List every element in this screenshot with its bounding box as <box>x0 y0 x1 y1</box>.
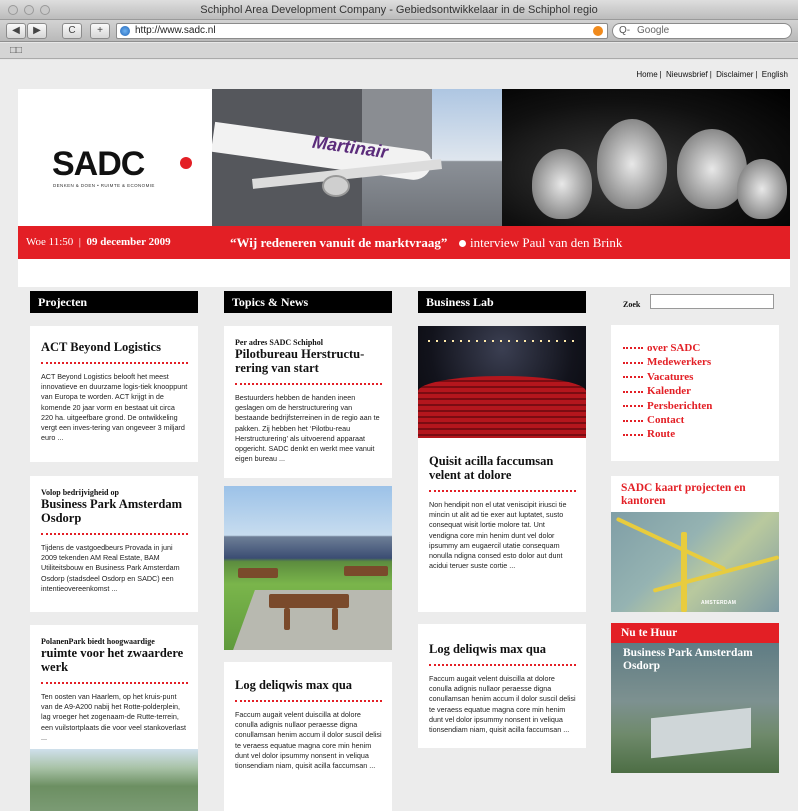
toplink-nieuwsbrief[interactable]: Nieuwsbrief <box>666 70 708 79</box>
card-kicker: PolanenPark biedt hoogwaardige <box>41 637 155 646</box>
dotted-divider <box>41 682 188 684</box>
menu-item-contact[interactable]: Contact <box>623 413 779 427</box>
zoom-window-icon[interactable] <box>40 5 50 15</box>
menu-item-vacatures[interactable]: Vacatures <box>623 370 779 384</box>
news-card-pilotbureau[interactable]: Per adres SADC Schiphol Pilotbureau Hers… <box>224 326 392 478</box>
theatre-photo[interactable] <box>418 326 586 438</box>
project-card-polanenpark[interactable]: PolanenPark biedt hoogwaardige ruimte vo… <box>30 625 198 811</box>
lab-card-log[interactable]: Log deliqwis max qua Faccum augait velen… <box>418 624 586 748</box>
globe-icon <box>120 26 130 36</box>
business-lab-heading: Business Lab <box>418 291 586 313</box>
region-map[interactable]: AMSTERDAM <box>611 512 779 612</box>
headline-quote[interactable]: “Wij redeneren vanuit de marktvraag” <box>230 235 447 251</box>
dotted-divider <box>41 362 188 364</box>
sadc-logo[interactable]: SADC <box>52 145 145 184</box>
url-bar[interactable]: http://www.sadc.nl <box>116 23 608 39</box>
dotted-divider <box>41 533 188 535</box>
card-body: Bestuurders hebben de handen ineen gesla… <box>235 393 380 464</box>
card-title[interactable]: ACT Beyond Logistics <box>41 340 188 354</box>
add-bookmark-button[interactable]: + <box>90 23 110 39</box>
park-benches-photo[interactable] <box>224 486 392 650</box>
search-label: Zoek <box>623 300 641 309</box>
menu-item-medewerkers[interactable]: Medewerkers <box>623 355 779 369</box>
aerial-photo <box>30 749 198 811</box>
forward-button[interactable]: ▶ <box>27 23 47 39</box>
topics-heading: Topics & News <box>224 291 392 313</box>
toplink-disclaimer[interactable]: Disclaimer <box>716 70 753 79</box>
header-banner: SADC DENKEN & DOEN • RUIMTE & ECONOMIE M… <box>18 89 790 287</box>
project-card-act[interactable]: ACT Beyond Logistics ACT Beyond Logistic… <box>30 326 198 462</box>
back-button[interactable]: ◀ <box>6 23 26 39</box>
card-title[interactable]: Log deliqwis max qua <box>429 642 576 656</box>
headline-interview-link[interactable]: interview Paul van den Brink <box>470 235 622 251</box>
menu-item-kalender[interactable]: Kalender <box>623 384 779 398</box>
logo-tagline: DENKEN & DOEN • RUIMTE & ECONOMIE <box>53 183 155 188</box>
dotted-divider <box>235 383 382 385</box>
menu-item-route[interactable]: Route <box>623 427 779 441</box>
for-rent-widget[interactable]: Nu te Huur Business Park Amsterdam Osdor… <box>611 623 779 773</box>
card-title[interactable]: Business Park Amsterdam Osdorp <box>41 497 188 525</box>
reload-button[interactable]: C <box>62 23 82 39</box>
current-date: 09 december 2009 <box>86 236 171 248</box>
book-icon[interactable]: □□ <box>10 45 22 56</box>
map-title[interactable]: SADC kaart projecten en kantoren <box>621 482 779 507</box>
close-window-icon[interactable] <box>8 5 18 15</box>
for-rent-title[interactable]: Business Park Amsterdam Osdorp <box>623 647 779 673</box>
bookmarks-bar: □□ <box>0 43 798 59</box>
date-display: Woe 11:50 | 09 december 2009 <box>26 236 171 248</box>
toplink-english[interactable]: English <box>762 70 788 79</box>
card-body: Faccum augait velent duiscilla at dolore… <box>235 710 382 771</box>
card-body: Tijdens de vastgoedbeurs Provada in juni… <box>41 543 180 593</box>
map-widget[interactable]: SADC kaart projecten en kantoren AMSTERD… <box>611 476 779 612</box>
lab-card-quisit[interactable]: Quisit acilla faccumsan velent at dolore… <box>418 438 586 612</box>
window-titlebar: Schiphol Area Development Company - Gebi… <box>0 0 798 20</box>
card-kicker: Volop bedrijvigheid op <box>41 488 119 497</box>
dotted-divider <box>429 490 576 492</box>
menu-item-persberichten[interactable]: Persberichten <box>623 399 779 413</box>
card-body: ACT Beyond Logistics belooft het meest i… <box>41 372 188 443</box>
top-links: Home | Nieuwsbrief | Disclaimer | English <box>636 70 788 79</box>
minimize-window-icon[interactable] <box>24 5 34 15</box>
browser-search-field[interactable]: Q- Google <box>612 23 792 39</box>
url-text: http://www.sadc.nl <box>135 25 216 36</box>
card-body: Non hendipit non el utat veniscipit iriu… <box>429 500 567 571</box>
headline-bar: Woe 11:50 | 09 december 2009 “Wij redene… <box>18 226 790 259</box>
browser-search-placeholder: Google <box>637 25 670 36</box>
card-body: Faccum augait velent duiscilla at dolore… <box>429 674 576 735</box>
sidebar-menu: over SADC Medewerkers Vacatures Kalender… <box>611 325 779 461</box>
bullet-icon <box>459 240 466 247</box>
menu-item-over-sadc[interactable]: over SADC <box>623 341 779 355</box>
card-body: Ten oosten van Haarlem, op het kruis-pun… <box>41 692 187 742</box>
toplink-home[interactable]: Home <box>636 70 657 79</box>
airplane-photo: Martinair <box>212 89 502 226</box>
news-card-log[interactable]: Log deliqwis max qua Faccum augait velen… <box>224 662 392 811</box>
site-search-input[interactable] <box>650 294 774 309</box>
dancers-photo <box>502 89 790 226</box>
projecten-heading: Projecten <box>30 291 198 313</box>
search-icon: Q- <box>619 25 631 36</box>
map-label-amsterdam: AMSTERDAM <box>701 600 737 606</box>
window-controls[interactable] <box>8 5 50 15</box>
card-title[interactable]: ruimte voor het zwaardere werk <box>41 646 188 674</box>
card-title[interactable]: Pilotbureau Herstructu-rering van start <box>235 347 382 375</box>
dotted-divider <box>235 700 382 702</box>
for-rent-heading: Nu te Huur <box>611 623 779 643</box>
card-kicker: Per adres SADC Schiphol <box>235 338 323 347</box>
logo-dot-icon <box>180 157 192 169</box>
dotted-divider <box>429 664 576 666</box>
office-building-photo[interactable]: Business Park Amsterdam Osdorp <box>611 643 779 773</box>
page-content: Home | Nieuwsbrief | Disclaimer | English S… <box>0 60 798 811</box>
project-card-osdorp[interactable]: Volop bedrijvigheid op Business Park Ams… <box>30 476 198 612</box>
window-title: Schiphol Area Development Company - Gebi… <box>200 4 598 16</box>
card-title[interactable]: Quisit acilla faccumsan velent at dolore <box>429 454 576 482</box>
browser-toolbar: ◀ ▶ C + http://www.sadc.nl Q- Google <box>0 20 798 42</box>
current-time: Woe 11:50 <box>26 236 74 248</box>
rss-icon[interactable] <box>593 26 603 36</box>
card-title[interactable]: Log deliqwis max qua <box>235 678 382 692</box>
